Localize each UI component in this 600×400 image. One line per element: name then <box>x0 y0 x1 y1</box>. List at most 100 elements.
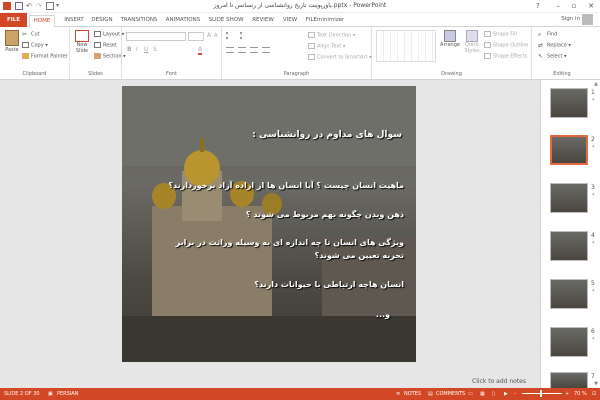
zoom-slider-thumb[interactable] <box>540 390 542 397</box>
find-button[interactable]: ⌕ Find <box>538 31 557 38</box>
section-button[interactable]: Section ▾ <box>94 53 126 60</box>
thumbnail-number-6: 6 <box>591 328 595 335</box>
thumbnail-number-1: 1 <box>591 89 595 96</box>
italic-icon[interactable]: I <box>136 46 138 53</box>
quick-styles-button[interactable]: Quick Styles <box>462 30 482 54</box>
slide-thumbnail-7[interactable] <box>550 372 588 388</box>
format-painter-label: Format Painter <box>31 53 68 60</box>
tab-design[interactable]: DESIGN <box>88 15 116 27</box>
thumbnail-star-2: * <box>592 145 595 151</box>
zoom-out-icon[interactable]: – <box>514 391 517 397</box>
quick-styles-label-2: Styles <box>464 48 480 54</box>
tab-animations[interactable]: ANIMATIONS <box>163 15 203 27</box>
justify-icon[interactable] <box>262 47 270 53</box>
slide-thumbnail-3[interactable] <box>550 183 588 213</box>
close-button[interactable]: ✕ <box>585 1 597 11</box>
tab-view[interactable]: VIEW <box>279 15 301 27</box>
font-name-dropdown[interactable] <box>126 32 186 41</box>
help-button[interactable]: ? <box>532 1 544 11</box>
slide-thumbnail-pane: ▲ 1 * 2 * 3 * 4 * 5 * 6 * 7 ▼ <box>540 80 600 388</box>
thumbnail-star-4: * <box>592 241 595 247</box>
shape-fill-label: Shape Fill <box>493 31 517 38</box>
font-size-dropdown[interactable] <box>188 32 204 41</box>
reading-view-icon[interactable]: ▯ <box>492 391 495 397</box>
strikethrough-icon[interactable]: S <box>153 46 157 53</box>
ribbon: Paste ✂ Cut Copy ▾ Format Painter Clipboa… <box>0 27 600 80</box>
grow-font-icon[interactable]: A <box>207 32 211 39</box>
fit-slide-icon[interactable]: ⊡ <box>592 391 596 397</box>
bullets-icon[interactable] <box>226 32 236 39</box>
select-button[interactable]: ↖ Select ▾ <box>538 53 567 60</box>
font-group-label: Font <box>166 71 177 77</box>
avatar[interactable] <box>582 14 593 25</box>
sign-in-link[interactable]: Sign in <box>561 16 580 22</box>
thumbnail-star-1: * <box>592 98 595 104</box>
restore-button[interactable]: ▫ <box>568 1 580 11</box>
tab-file[interactable]: FILE <box>0 13 27 27</box>
spellcheck-icon[interactable]: ▣ <box>48 391 53 397</box>
minimize-button[interactable]: – <box>552 1 564 11</box>
status-bar: SLIDE 2 OF 30 ▣ PERSIAN ≡ NOTES ▤ COMMEN… <box>0 388 600 400</box>
comments-icon: ▤ <box>428 391 433 397</box>
scroll-down-icon[interactable]: ▼ <box>593 381 599 387</box>
slide-heading: سوال های مداوم در روانشناسی : <box>252 130 402 140</box>
layout-button[interactable]: Layout ▾ <box>94 31 124 38</box>
slide-sorter-icon[interactable]: ▦ <box>480 391 485 397</box>
slide-thumbnail-4[interactable] <box>550 231 588 261</box>
scroll-up-icon[interactable]: ▲ <box>593 81 599 87</box>
thumbnail-number-5: 5 <box>591 280 595 287</box>
thumbnail-star-5: * <box>592 289 595 295</box>
brush-icon <box>22 53 29 59</box>
replace-button[interactable]: ⇄ Replace ▾ <box>538 42 571 49</box>
paint-bucket-icon <box>484 31 491 37</box>
align-left-icon[interactable] <box>226 47 234 53</box>
tab-review[interactable]: REVIEW <box>249 15 277 27</box>
new-slide-button[interactable]: New Slide <box>72 30 92 60</box>
underline-icon[interactable]: U <box>144 46 148 53</box>
cut-button[interactable]: ✂ Cut <box>22 31 40 38</box>
slide-thumbnail-1[interactable] <box>550 88 588 118</box>
text-direction-button[interactable]: Text Direction ▾ <box>308 32 355 39</box>
zoom-in-icon[interactable]: + <box>565 391 569 397</box>
notes-placeholder[interactable]: Click to add notes <box>472 378 526 385</box>
current-slide[interactable]: سوال های مداوم در روانشناسی : ماهیت انسا… <box>122 86 416 362</box>
tab-insert[interactable]: INSERT <box>60 15 88 27</box>
slide-thumbnail-6[interactable] <box>550 327 588 357</box>
font-color-icon[interactable]: A <box>198 46 203 55</box>
shape-outline-button[interactable]: Shape Outline <box>484 42 528 49</box>
thumbnail-star-6: * <box>592 337 595 343</box>
paste-button[interactable]: Paste <box>4 30 20 58</box>
bold-icon[interactable]: B <box>127 46 132 53</box>
slide-thumbnail-2[interactable] <box>550 135 588 165</box>
reset-label: Reset <box>103 42 117 49</box>
slideshow-view-icon[interactable]: ▶ <box>504 391 508 397</box>
reset-button[interactable]: Reset <box>94 42 117 49</box>
format-painter-button[interactable]: Format Painter <box>22 53 68 60</box>
convert-smartart-button[interactable]: Convert to SmartArt ▾ <box>308 54 372 61</box>
arrange-button[interactable]: Arrange <box>440 30 460 48</box>
shape-fill-button[interactable]: Shape Fill <box>484 31 517 38</box>
shapes-gallery[interactable] <box>376 30 436 62</box>
tab-slide-show[interactable]: SLIDE SHOW <box>207 15 245 27</box>
slide-thumbnail-5[interactable] <box>550 279 588 309</box>
zoom-slider[interactable] <box>522 390 562 397</box>
align-text-button[interactable]: Align Text ▾ <box>308 43 345 50</box>
font-group: A A B I U S A Font <box>122 27 222 79</box>
replace-label: Replace <box>547 42 567 49</box>
shape-effects-button[interactable]: Shape Effects <box>484 53 527 60</box>
new-slide-icon <box>75 30 89 42</box>
text-direction-label: Text Direction <box>317 32 352 39</box>
tab-transitions[interactable]: TRANSITIONS <box>118 15 160 27</box>
tab-home[interactable]: HOME <box>29 15 55 27</box>
normal-view-icon[interactable]: ▭ <box>468 391 473 397</box>
zoom-level[interactable]: 70 % <box>574 391 587 397</box>
tab-fileminimizer[interactable]: FILEminimizer <box>303 15 347 27</box>
align-right-icon[interactable] <box>250 47 258 53</box>
numbering-icon[interactable] <box>240 32 250 39</box>
shrink-font-icon[interactable]: A <box>214 33 217 39</box>
language-indicator[interactable]: PERSIAN <box>57 391 78 397</box>
notes-button[interactable]: NOTES <box>404 391 421 397</box>
comments-button[interactable]: COMMENTS <box>436 391 465 397</box>
copy-button[interactable]: Copy ▾ <box>22 42 48 49</box>
align-center-icon[interactable] <box>238 47 246 53</box>
